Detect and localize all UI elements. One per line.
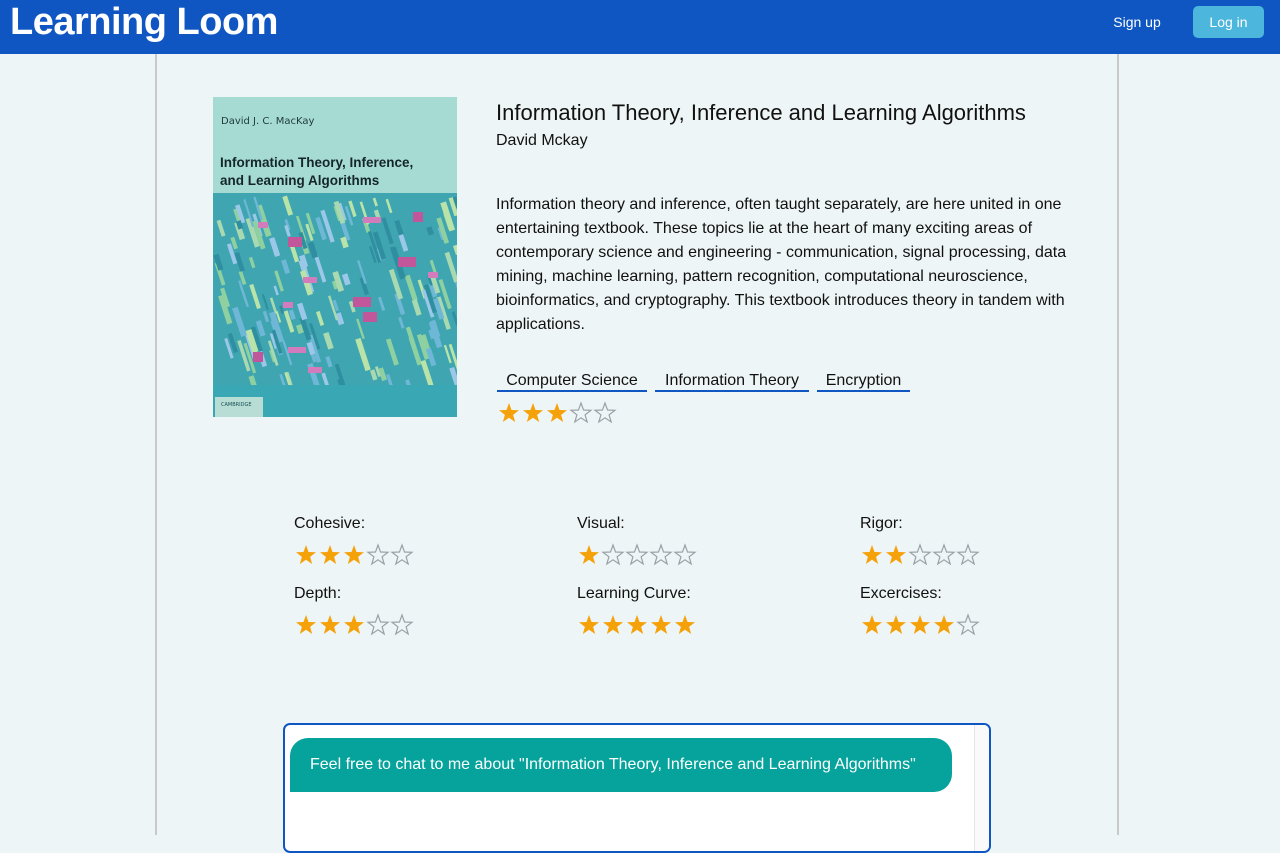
star-empty-icon[interactable] bbox=[390, 543, 414, 567]
star-filled-icon[interactable] bbox=[625, 613, 649, 637]
star-filled-icon[interactable] bbox=[497, 401, 521, 425]
star-filled-icon[interactable] bbox=[294, 543, 318, 567]
star-filled-icon[interactable] bbox=[318, 543, 342, 567]
chat-panel[interactable]: Feel free to chat to me about "Informati… bbox=[283, 723, 991, 853]
star-empty-icon[interactable] bbox=[593, 401, 617, 425]
star-empty-icon[interactable] bbox=[366, 613, 390, 637]
star-empty-icon[interactable] bbox=[390, 613, 414, 637]
star-filled-icon[interactable] bbox=[577, 613, 601, 637]
star-filled-icon[interactable] bbox=[342, 543, 366, 567]
star-filled-icon[interactable] bbox=[342, 613, 366, 637]
star-empty-icon[interactable] bbox=[932, 543, 956, 567]
star-empty-icon[interactable] bbox=[908, 543, 932, 567]
rating-label-cohesive: Cohesive: bbox=[294, 515, 365, 533]
star-filled-icon[interactable] bbox=[294, 613, 318, 637]
navbar: Learning Loom Sign up Log in bbox=[0, 0, 1280, 54]
rating-label-visual: Visual: bbox=[577, 515, 625, 533]
rating-stars-learning-curve[interactable] bbox=[577, 613, 699, 637]
star-filled-icon[interactable] bbox=[649, 613, 673, 637]
login-button[interactable]: Log in bbox=[1193, 6, 1264, 38]
star-filled-icon[interactable] bbox=[601, 613, 625, 637]
star-filled-icon[interactable] bbox=[673, 613, 697, 637]
overall-rating-stars[interactable] bbox=[497, 401, 619, 425]
star-empty-icon[interactable] bbox=[366, 543, 390, 567]
rating-stars-visual[interactable] bbox=[577, 543, 699, 567]
rating-label-depth: Depth: bbox=[294, 585, 341, 603]
star-filled-icon[interactable] bbox=[932, 613, 956, 637]
book-description: Information theory and inference, often … bbox=[496, 193, 1070, 337]
chat-scrollbar[interactable] bbox=[974, 725, 989, 851]
star-filled-icon[interactable] bbox=[860, 543, 884, 567]
chat-greeting-message: Feel free to chat to me about "Informati… bbox=[290, 738, 952, 792]
tag-encryption[interactable]: Encryption bbox=[817, 373, 910, 392]
rating-label-learning-curve: Learning Curve: bbox=[577, 585, 691, 603]
star-empty-icon[interactable] bbox=[673, 543, 697, 567]
star-filled-icon[interactable] bbox=[884, 613, 908, 637]
tag-computer-science[interactable]: Computer Science bbox=[497, 373, 647, 392]
tag-information-theory[interactable]: Information Theory bbox=[655, 373, 809, 392]
star-filled-icon[interactable] bbox=[860, 613, 884, 637]
signup-button[interactable]: Sign up bbox=[1096, 6, 1178, 38]
star-empty-icon[interactable] bbox=[956, 613, 980, 637]
star-empty-icon[interactable] bbox=[601, 543, 625, 567]
rating-stars-excercises[interactable] bbox=[860, 613, 982, 637]
rating-label-excercises: Excercises: bbox=[860, 585, 942, 603]
rating-stars-cohesive[interactable] bbox=[294, 543, 416, 567]
book-cover: David J. C. MacKay Information Theory, I… bbox=[213, 97, 457, 417]
rating-stars-rigor[interactable] bbox=[860, 543, 982, 567]
star-empty-icon[interactable] bbox=[649, 543, 673, 567]
cover-title-line2: and Learning Algorithms bbox=[220, 173, 379, 188]
cover-title-line1: Information Theory, Inference, bbox=[220, 155, 413, 170]
star-filled-icon[interactable] bbox=[545, 401, 569, 425]
rating-label-rigor: Rigor: bbox=[860, 515, 903, 533]
book-author: David Mckay bbox=[496, 132, 588, 150]
rating-stars-depth[interactable] bbox=[294, 613, 416, 637]
star-empty-icon[interactable] bbox=[569, 401, 593, 425]
cover-author-text: David J. C. MacKay bbox=[221, 116, 314, 127]
star-empty-icon[interactable] bbox=[625, 543, 649, 567]
cover-publisher-text: CAMBRIDGE bbox=[221, 402, 252, 408]
star-empty-icon[interactable] bbox=[956, 543, 980, 567]
star-filled-icon[interactable] bbox=[884, 543, 908, 567]
star-filled-icon[interactable] bbox=[577, 543, 601, 567]
book-title: Information Theory, Inference and Learni… bbox=[496, 100, 1026, 126]
brand-logo[interactable]: Learning Loom bbox=[10, 0, 278, 44]
star-filled-icon[interactable] bbox=[318, 613, 342, 637]
star-filled-icon[interactable] bbox=[521, 401, 545, 425]
star-filled-icon[interactable] bbox=[908, 613, 932, 637]
